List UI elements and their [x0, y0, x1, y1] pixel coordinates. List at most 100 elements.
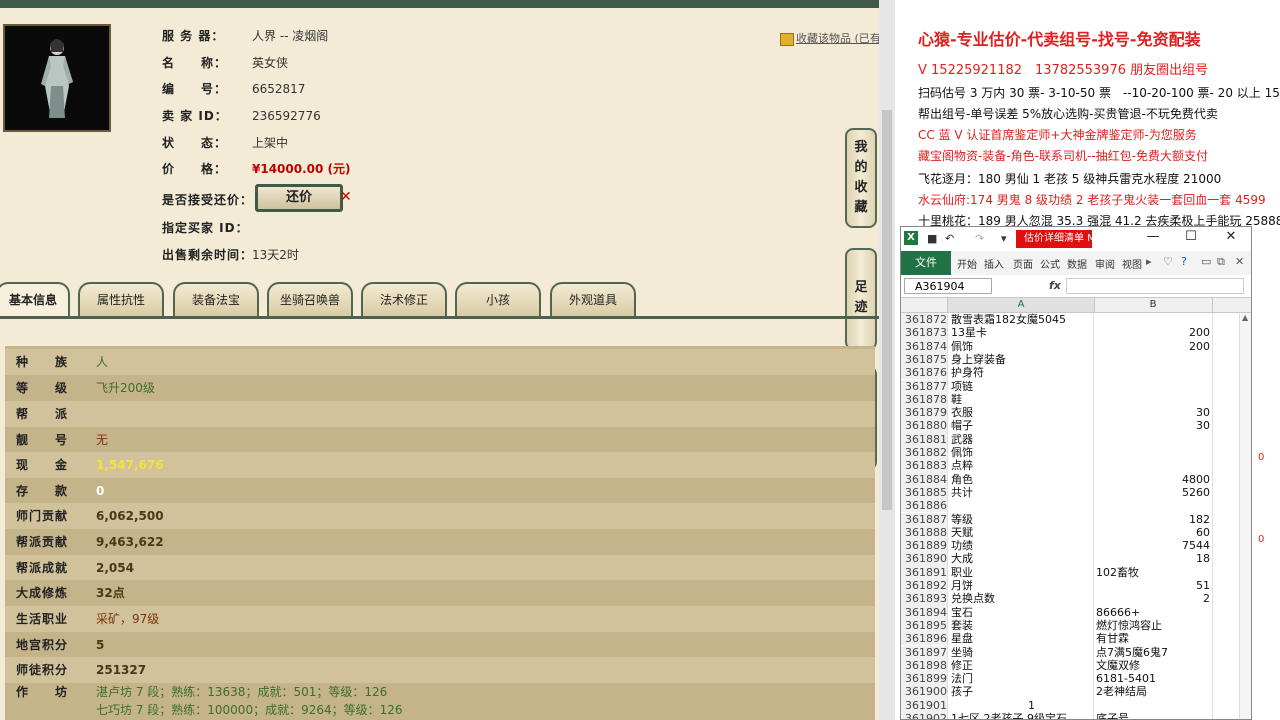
maximize-icon[interactable]: ☐	[1181, 229, 1201, 244]
cell-b[interactable]: 2老神结局	[1096, 685, 1210, 698]
cell-a[interactable]: 13星卡	[951, 326, 1093, 339]
sheet-row[interactable]: 361897 坐骑 点7满5魔6鬼7	[901, 645, 1241, 659]
sheet-row[interactable]: 361879 衣服 30	[901, 406, 1241, 420]
row-number[interactable]: 361902	[901, 712, 947, 719]
tab-equipment[interactable]: 装备法宝	[173, 282, 259, 316]
redo-icon[interactable]: ↷	[975, 232, 984, 245]
sheet-row[interactable]: 361899 法门 6181-5401	[901, 672, 1241, 686]
sheet-row[interactable]: 361880 帽子 30	[901, 419, 1241, 433]
row-number[interactable]: 361895	[901, 618, 947, 633]
cell-a[interactable]: 佩饰	[951, 446, 1093, 459]
cell-a[interactable]: 共计	[951, 486, 1093, 499]
tab-page[interactable]: 页面	[1013, 256, 1033, 271]
sheet-row[interactable]: 361889 功绩 7544	[901, 539, 1241, 553]
restore-icon[interactable]: ⧉	[1217, 255, 1225, 269]
sheet-row[interactable]: 361896 星盘 有甘霖	[901, 632, 1241, 646]
cell-a[interactable]: 点粹	[951, 459, 1093, 472]
scroll-up-icon[interactable]: ▲	[1242, 313, 1248, 322]
cell-b[interactable]: 底子号	[1096, 712, 1210, 719]
cell-b[interactable]: 点7满5魔6鬼7	[1096, 646, 1210, 659]
sheet-row[interactable]: 361873 13星卡 200	[901, 326, 1241, 340]
cell-a[interactable]: 等级	[951, 513, 1093, 526]
cell-b[interactable]: 有甘霖	[1096, 632, 1210, 645]
sheet-row[interactable]: 361883 点粹	[901, 459, 1241, 473]
cell-a[interactable]: 项链	[951, 380, 1093, 393]
cell-a[interactable]: 大成	[951, 552, 1093, 565]
row-number[interactable]: 361891	[901, 565, 947, 579]
row-number[interactable]: 361890	[901, 552, 947, 566]
sheet-row[interactable]: 361885 共计 5260	[901, 485, 1241, 500]
sheet-row[interactable]: 361887 等级 182	[901, 512, 1241, 526]
cell-b[interactable]: 燃灯惊鸿容止	[1096, 619, 1210, 632]
scrollbar-thumb[interactable]	[882, 110, 892, 510]
cell-a[interactable]: 宝石	[951, 606, 1093, 619]
cell-a[interactable]: 佩饰	[951, 340, 1093, 353]
sheet-row[interactable]: 361886	[901, 499, 1241, 513]
sheet-row[interactable]: 361894 宝石 86666+	[901, 605, 1241, 619]
row-number[interactable]: 361883	[901, 459, 947, 473]
row-number[interactable]: 361898	[901, 658, 947, 673]
row-number[interactable]: 361889	[901, 539, 947, 553]
cell-a[interactable]: 1七区 2老孩子 9级宝石	[951, 712, 1093, 719]
sheet-row[interactable]: 361877 项链	[901, 379, 1241, 393]
cell-a[interactable]: 帽子	[951, 419, 1093, 432]
row-number[interactable]: 361899	[901, 672, 947, 686]
row-number[interactable]: 361901	[901, 698, 947, 712]
tab-mounts-pets[interactable]: 坐骑召唤兽	[267, 282, 353, 316]
cell-a[interactable]: 孩子	[951, 685, 1093, 698]
tab-basic-info[interactable]: 基本信息	[0, 282, 70, 316]
sheet-row[interactable]: 361890 大成 18	[901, 552, 1241, 566]
cell-a[interactable]: 功绩	[951, 539, 1093, 552]
cell-a[interactable]: 套装	[951, 619, 1093, 632]
undo-icon[interactable]: ↶	[945, 232, 954, 245]
close-workbook-icon[interactable]: ✕	[1235, 255, 1244, 268]
name-box[interactable]: A361904	[904, 278, 992, 294]
heart-icon[interactable]: ♡	[1163, 255, 1173, 268]
cell-a[interactable]: 武器	[951, 433, 1093, 446]
row-number[interactable]: 361877	[901, 379, 947, 393]
sheet-scrollbar[interactable]: ▲	[1239, 313, 1251, 719]
tab-review[interactable]: 审阅	[1095, 256, 1115, 271]
cell-b[interactable]: 60	[1096, 526, 1210, 539]
cell-a[interactable]: 鞋	[951, 393, 1093, 406]
cell-a[interactable]: 衣服	[951, 406, 1093, 419]
row-number[interactable]: 361880	[901, 419, 947, 433]
more-tabs-icon[interactable]: ▸	[1146, 255, 1152, 268]
sheet-row[interactable]: 361881 武器	[901, 432, 1241, 446]
cell-a[interactable]: 星盘	[951, 632, 1093, 645]
tab-children[interactable]: 小孩	[455, 282, 541, 316]
cell-a[interactable]: 法门	[951, 672, 1093, 685]
row-number[interactable]: 361873	[901, 326, 947, 340]
cell-b[interactable]: 102畜牧	[1096, 566, 1210, 579]
row-number[interactable]: 361882	[901, 446, 947, 460]
sheet-row[interactable]: 361874 佩饰 200	[901, 339, 1241, 353]
help-icon[interactable]: ?	[1181, 255, 1187, 268]
spreadsheet-grid[interactable]: 361872 散雪表霜182女魔5045 361873 13星卡 200 361874 佩饰…	[901, 313, 1251, 719]
sheet-row[interactable]: 361901 1	[901, 698, 1241, 712]
tab-home[interactable]: 开始	[957, 256, 977, 271]
cell-a[interactable]: 身上穿装备	[951, 353, 1093, 366]
sheet-row[interactable]: 361902 1七区 2老孩子 9级宝石 底子号	[901, 712, 1241, 719]
formula-input[interactable]	[1066, 278, 1244, 294]
row-number[interactable]: 361894	[901, 605, 947, 619]
cell-b[interactable]: 30	[1096, 406, 1210, 419]
function-icon[interactable]: fx	[1049, 279, 1061, 292]
cell-b[interactable]: 7544	[1096, 539, 1210, 552]
my-favorites-button[interactable]: 我的收藏	[845, 128, 877, 228]
page-scrollbar[interactable]	[879, 0, 895, 720]
tab-insert[interactable]: 插入	[984, 256, 1004, 271]
cell-b[interactable]: 6181-5401	[1096, 672, 1210, 685]
row-number[interactable]: 361892	[901, 579, 947, 593]
cell-b[interactable]: 2	[1096, 592, 1210, 605]
cell-a[interactable]: 护身符	[951, 366, 1093, 379]
sheet-row[interactable]: 361884 角色 4800	[901, 472, 1241, 486]
cell-a[interactable]: 修正	[951, 659, 1093, 672]
sheet-row[interactable]: 361898 修正 文魔双修	[901, 658, 1241, 673]
ribbon-minimize-icon[interactable]: ▭	[1201, 255, 1211, 268]
tab-spell-correction[interactable]: 法术修正	[361, 282, 447, 316]
close-window-icon[interactable]: ✕	[1221, 229, 1241, 244]
row-number[interactable]: 361878	[901, 392, 947, 407]
sheet-row[interactable]: 361892 月饼 51	[901, 579, 1241, 593]
cell-a[interactable]: 角色	[951, 473, 1093, 486]
cell-b[interactable]: 18	[1096, 552, 1210, 565]
